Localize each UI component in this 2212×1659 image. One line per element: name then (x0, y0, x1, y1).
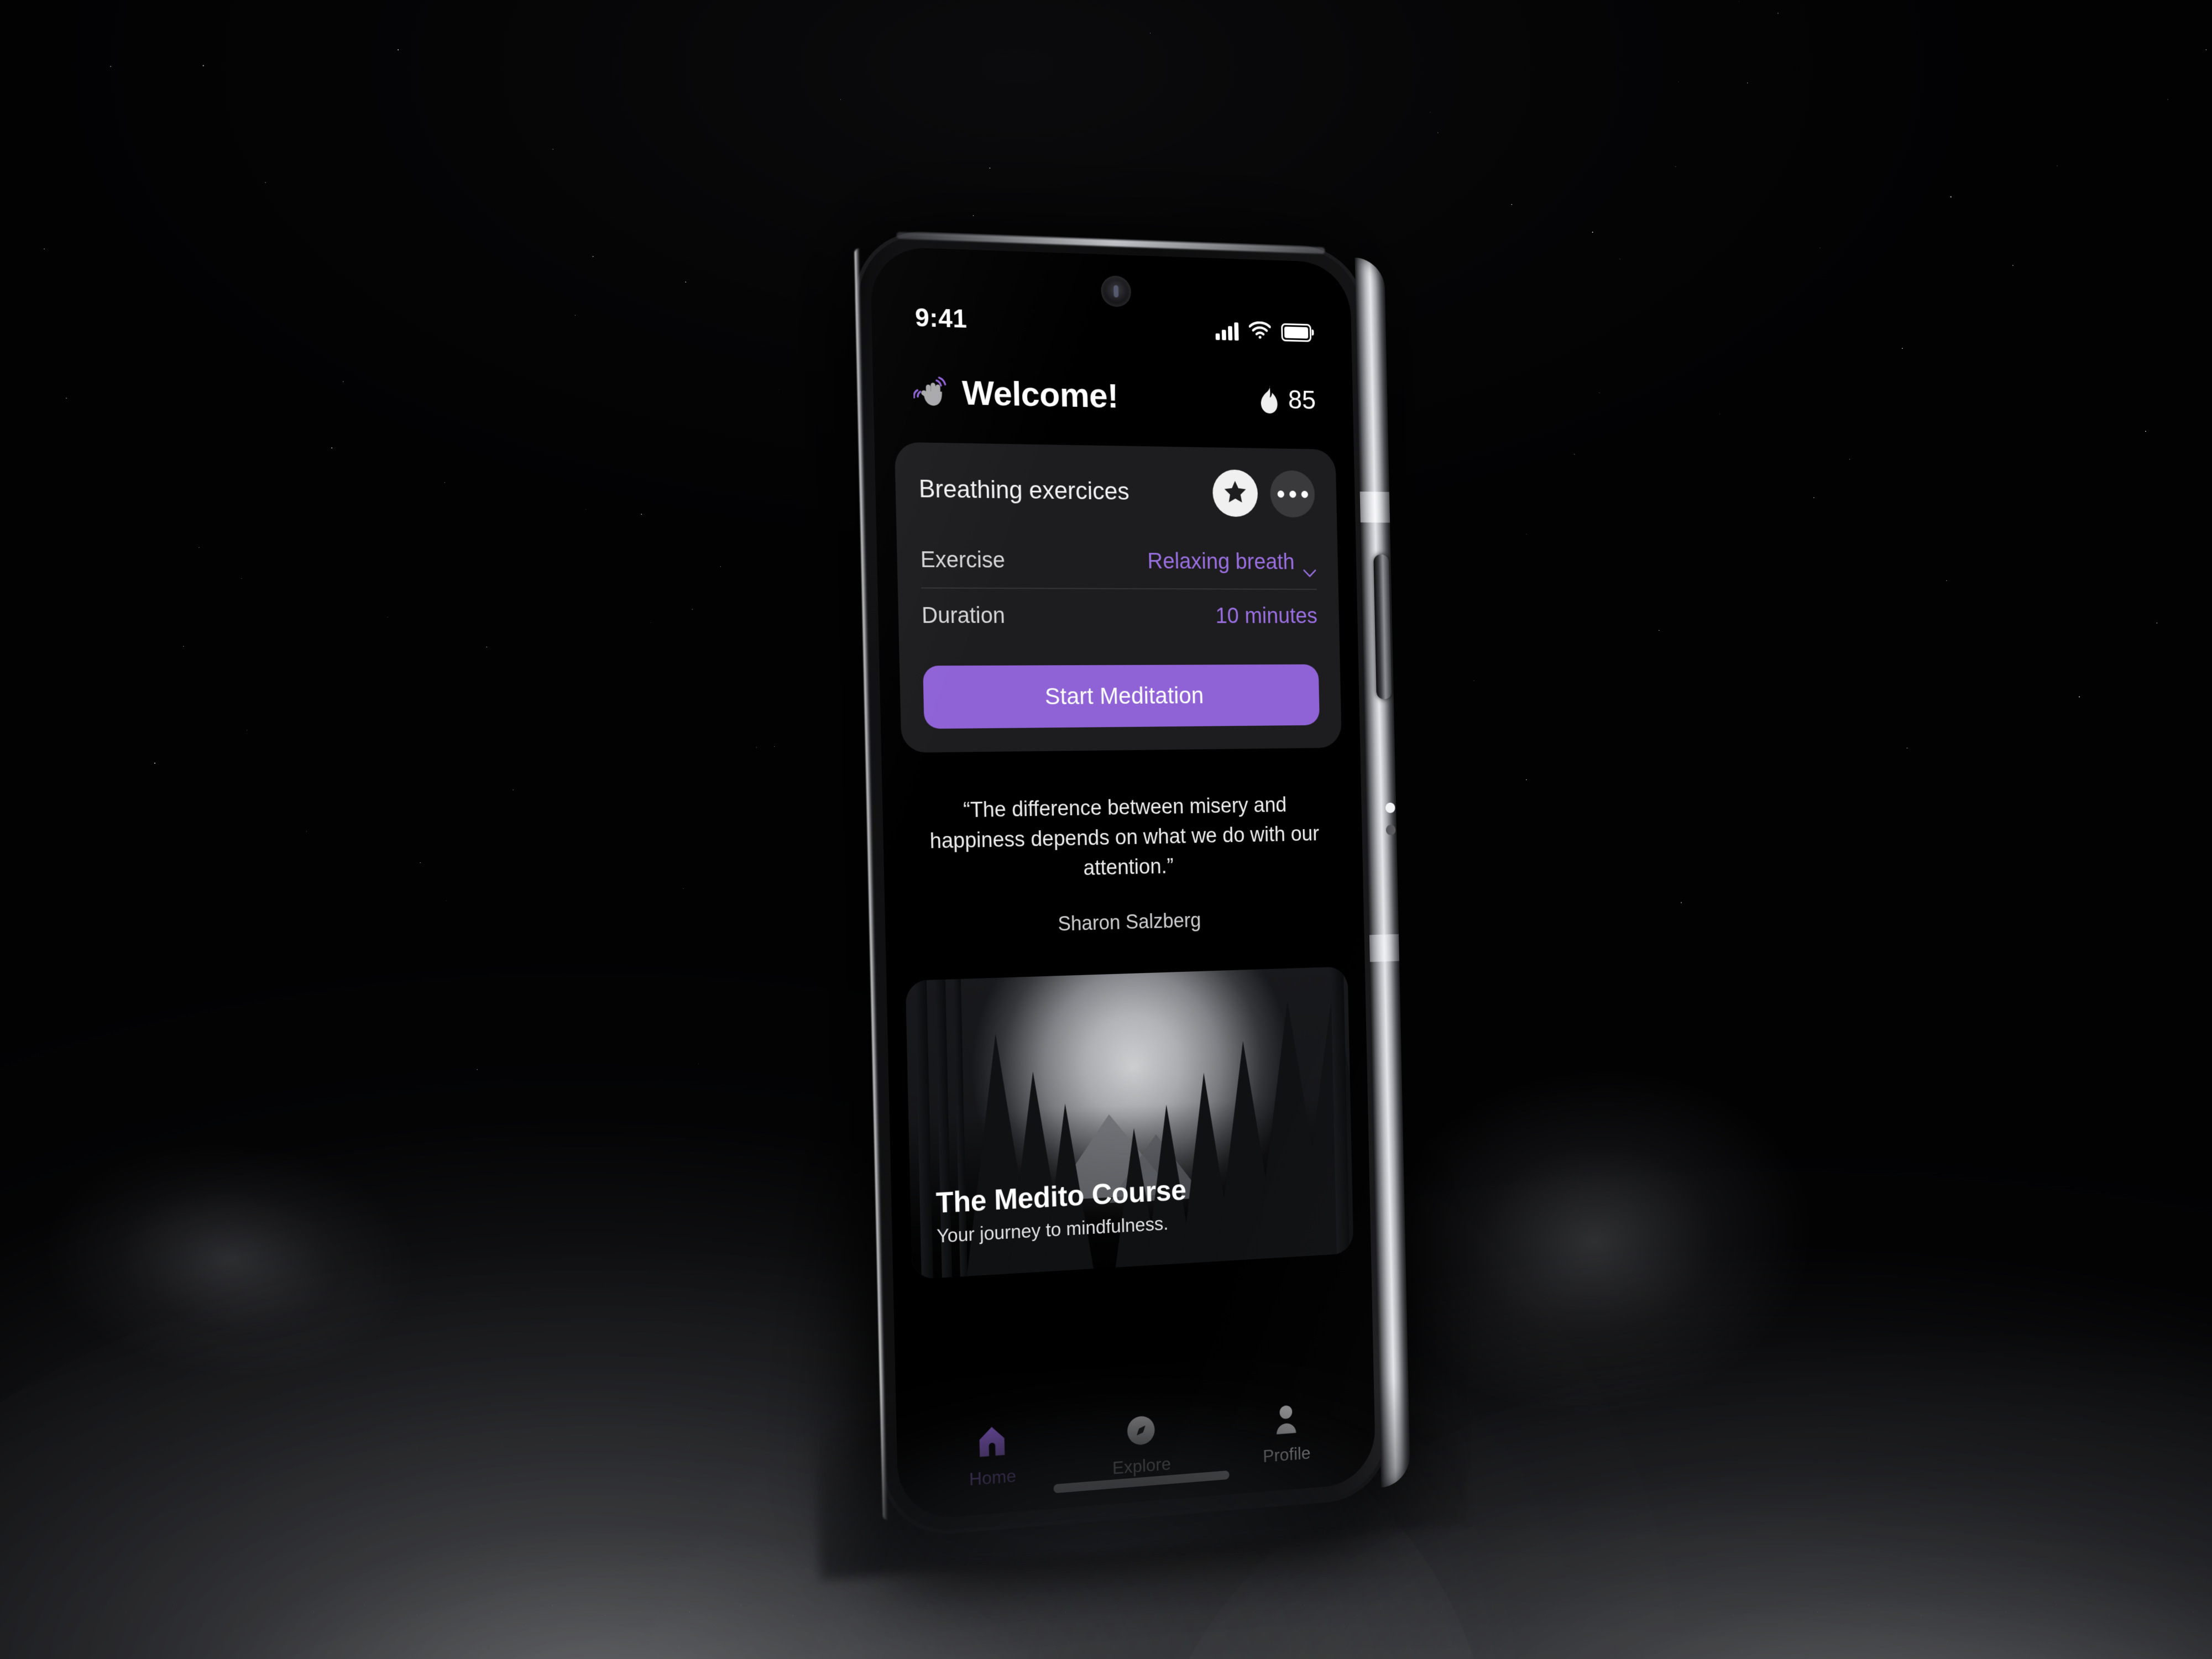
exercise-row[interactable]: Exercise Relaxing breath (920, 533, 1317, 590)
tab-profile[interactable]: Profile (1233, 1398, 1339, 1494)
course-card[interactable]: The Medito Course Your journey to mindfu… (906, 966, 1354, 1279)
tree-trunk-left (914, 980, 933, 1279)
card-actions (1212, 469, 1315, 517)
power-button[interactable] (1373, 554, 1392, 699)
duration-row[interactable]: Duration 10 minutes (921, 589, 1318, 643)
page-dot-inactive[interactable] (1386, 825, 1396, 835)
favorite-button[interactable] (1212, 469, 1258, 517)
status-bar-icons (1215, 320, 1311, 343)
tab-explore[interactable]: Explore (1087, 1408, 1195, 1506)
flame-icon (1258, 385, 1279, 414)
quote-author: Sharon Salzberg (925, 905, 1327, 939)
star-icon (1223, 480, 1248, 507)
quote-section: “The difference between misery and happi… (881, 747, 1364, 940)
more-horizontal-icon (1277, 490, 1308, 498)
status-bar-clock: 9:41 (914, 302, 967, 334)
course-title: The Medito Course (935, 1174, 1186, 1220)
tab-explore-label: Explore (1112, 1453, 1172, 1478)
status-bar: 9:41 (870, 246, 1352, 349)
exercise-value[interactable]: Relaxing breath (1147, 549, 1316, 574)
wifi-icon (1249, 321, 1271, 342)
waving-hand-emoji (913, 373, 950, 411)
duration-value[interactable]: 10 minutes (1215, 604, 1317, 629)
quote-text: “The difference between misery and happi… (922, 790, 1326, 887)
tab-home-label: Home (969, 1466, 1017, 1490)
dynamic-island (1101, 275, 1131, 307)
phone-mockup: 9:41 Welcome! 85 Breathing exercices Exe… (857, 233, 1388, 1535)
tab-profile-label: Profile (1263, 1443, 1311, 1467)
breathing-exercises-card[interactable]: Breathing exercices Exercise Relaxing br… (895, 442, 1342, 753)
person-icon (1272, 1400, 1300, 1436)
app-header: Welcome! 85 (872, 337, 1353, 420)
card-header: Breathing exercices (918, 442, 1315, 536)
app-ui: 9:41 Welcome! 85 Breathing exercices Exe… (870, 246, 1376, 1521)
chevron-down-icon (1303, 558, 1316, 567)
scene: 9:41 Welcome! 85 Breathing exercices Exe… (0, 0, 2212, 1659)
phone-screen: 9:41 Welcome! 85 Breathing exercices Exe… (870, 246, 1376, 1521)
signal-bars-icon (1215, 321, 1238, 341)
fir-tree (1003, 1070, 1066, 1274)
tree-trunk-left-3 (954, 979, 968, 1277)
duration-label: Duration (922, 603, 1006, 629)
card-title: Breathing exercices (918, 475, 1129, 506)
exercise-label: Exercise (920, 547, 1005, 573)
compass-icon (1126, 1411, 1156, 1447)
page-indicator[interactable] (1385, 803, 1396, 835)
more-options-button[interactable] (1270, 470, 1315, 518)
streak-badge[interactable]: 85 (1258, 384, 1316, 415)
battery-icon (1281, 323, 1311, 342)
page-title: Welcome! (961, 373, 1118, 416)
home-icon (976, 1421, 1008, 1458)
exercise-value-text: Relaxing breath (1147, 549, 1295, 574)
tree-trunk-left-2 (935, 980, 952, 1278)
streak-count: 85 (1288, 385, 1316, 415)
start-meditation-button[interactable]: Start Meditation (923, 664, 1320, 729)
fir-tree (1040, 1102, 1094, 1271)
